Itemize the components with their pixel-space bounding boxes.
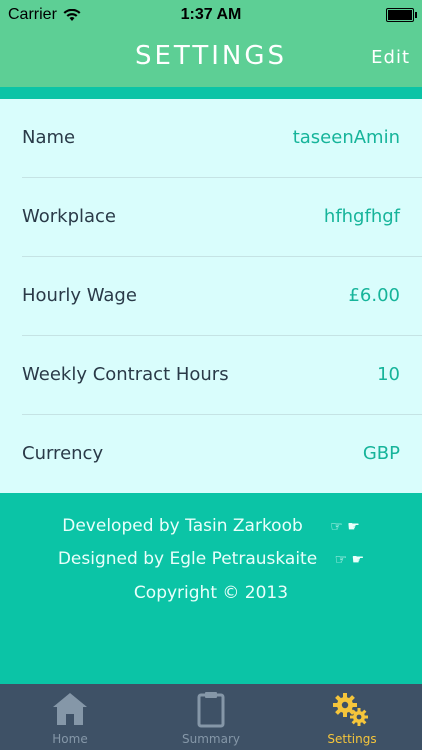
credits-section: Developed by Tasin Zarkoob ☞ ☛ Designed … [0, 493, 422, 684]
designer-credit-text: Designed by Egle Petrauskaite [57, 549, 318, 569]
setting-row-workplace[interactable]: Workplace hfhgfhgf [22, 178, 422, 257]
setting-label: Weekly Contract Hours [22, 364, 229, 385]
tab-label: Home [52, 732, 88, 746]
setting-label: Currency [22, 443, 104, 464]
setting-value: hfhgfhgf [323, 206, 400, 227]
developer-credit-text: Developed by Tasin Zarkoob [62, 516, 303, 536]
designer-credit[interactable]: Designed by Egle Petrauskaite ☞ ☛ [0, 549, 422, 569]
setting-value: taseenAmin [292, 127, 400, 148]
tab-home[interactable]: Home [0, 684, 140, 750]
setting-label: Workplace [22, 206, 117, 227]
pointing-hand-icon: ☞ ☛ [334, 552, 365, 568]
tab-label: Settings [327, 732, 377, 746]
setting-label: Hourly Wage [22, 285, 137, 306]
gears-icon [333, 693, 368, 726]
tab-bar: Home Summary Settings [0, 684, 422, 750]
setting-row-name[interactable]: Name taseenAmin [22, 99, 422, 178]
page-title: SETTINGS [134, 41, 287, 71]
home-icon [53, 693, 87, 725]
pointing-hand-icon: ☞ ☛ [330, 519, 360, 535]
clipboard-icon [197, 692, 225, 728]
battery-icon [386, 8, 417, 22]
tab-settings[interactable]: Settings [282, 684, 422, 750]
setting-row-currency[interactable]: Currency GBP [22, 415, 422, 494]
clock: 1:37 AM [180, 6, 242, 23]
tab-label: Summary [182, 732, 240, 746]
copyright-text: Copyright © 2013 [133, 583, 289, 603]
setting-row-weekly-contract-hours[interactable]: Weekly Contract Hours 10 [22, 336, 422, 415]
settings-list: Name taseenAmin Workplace hfhgfhgf Hourl… [0, 99, 422, 493]
status-bar: Carrier 1:37 AM [0, 0, 422, 30]
setting-value: 10 [377, 364, 400, 385]
header-divider [0, 87, 422, 99]
setting-value: £6.00 [348, 285, 400, 306]
setting-value: GBP [362, 443, 400, 464]
setting-row-hourly-wage[interactable]: Hourly Wage £6.00 [22, 257, 422, 336]
developer-credit[interactable]: Developed by Tasin Zarkoob ☞ ☛ [0, 516, 422, 536]
edit-button[interactable]: Edit [371, 47, 410, 68]
navigation-bar: SETTINGS Edit [0, 30, 422, 87]
setting-label: Name [22, 127, 76, 148]
tab-summary[interactable]: Summary [141, 684, 281, 750]
